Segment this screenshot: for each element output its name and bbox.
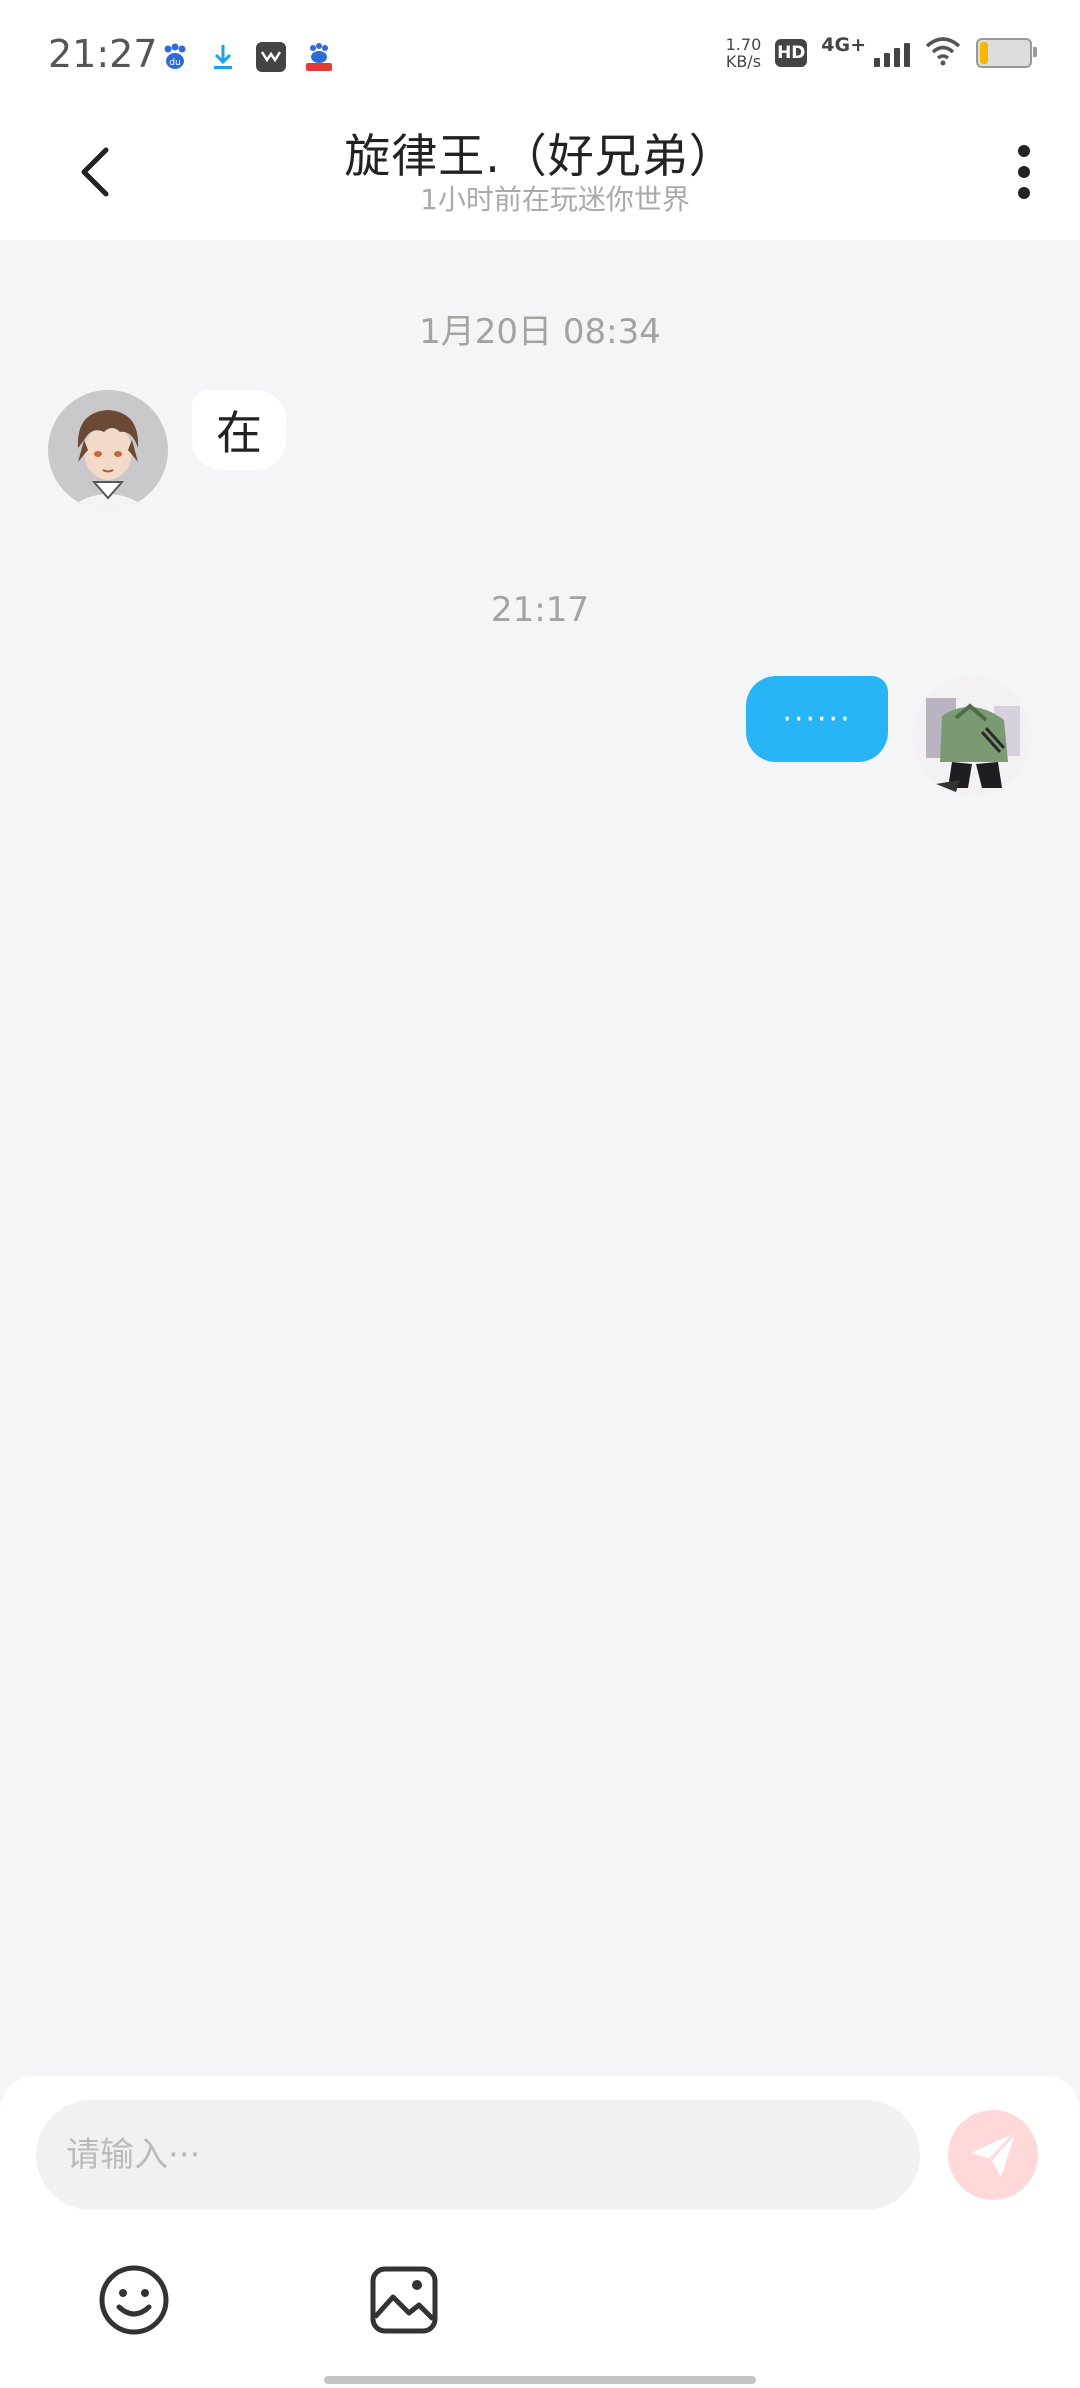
contact-name[interactable]: 旋律王.（好兄弟） <box>0 120 1080 186</box>
network-type: 4G+ <box>821 34 866 56</box>
battery-level <box>980 42 988 64</box>
message-time-label: 1月20日 08:34 <box>419 312 661 352</box>
message-input-container <box>36 2100 920 2210</box>
home-indicator[interactable] <box>324 2376 756 2384</box>
composer-bar <box>0 2076 1080 2388</box>
hd-badge: HD <box>775 39 808 67</box>
mail-app-icon <box>256 42 286 72</box>
user-avatar[interactable] <box>912 676 1032 796</box>
signal-icon <box>874 39 910 67</box>
received-message-bubble[interactable]: 在 <box>192 390 286 470</box>
contact-avatar[interactable] <box>48 390 168 510</box>
contact-status: 1小时前在玩迷你世界 <box>420 183 690 216</box>
notification-icons: du <box>160 42 334 72</box>
download-icon <box>208 42 238 72</box>
image-icon <box>370 2266 438 2334</box>
system-status: 1.70 KB/s HD 4G+ <box>726 34 1037 70</box>
battery-icon <box>976 38 1037 68</box>
net-speed-value: 1.70 <box>725 35 762 54</box>
sent-message-bubble[interactable]: ······ <box>746 676 888 762</box>
status-time: 21:27 <box>48 32 158 76</box>
message-time-label: 21:17 <box>491 590 589 630</box>
message-input[interactable] <box>36 2100 920 2210</box>
more-vertical-icon <box>1018 145 1030 199</box>
image-picker-button[interactable] <box>362 2258 446 2342</box>
baidu-app-icon <box>304 42 334 72</box>
svg-text:du: du <box>169 58 180 68</box>
status-bar: 21:27 du 1.70 KB/s HD 4G+ <box>0 0 1080 110</box>
net-speed: 1.70 KB/s <box>726 36 762 70</box>
send-button[interactable] <box>948 2110 1038 2200</box>
chat-header: 旋律王.（好兄弟） 1小时前在玩迷你世界 <box>0 110 1080 240</box>
wifi-icon <box>924 36 962 70</box>
baidu-icon: du <box>160 42 190 72</box>
net-speed-unit: KB/s <box>725 52 762 71</box>
send-icon <box>971 2131 1017 2177</box>
emoji-button[interactable] <box>92 2258 176 2342</box>
more-options-button[interactable] <box>988 132 1060 212</box>
smiley-icon <box>99 2265 169 2335</box>
